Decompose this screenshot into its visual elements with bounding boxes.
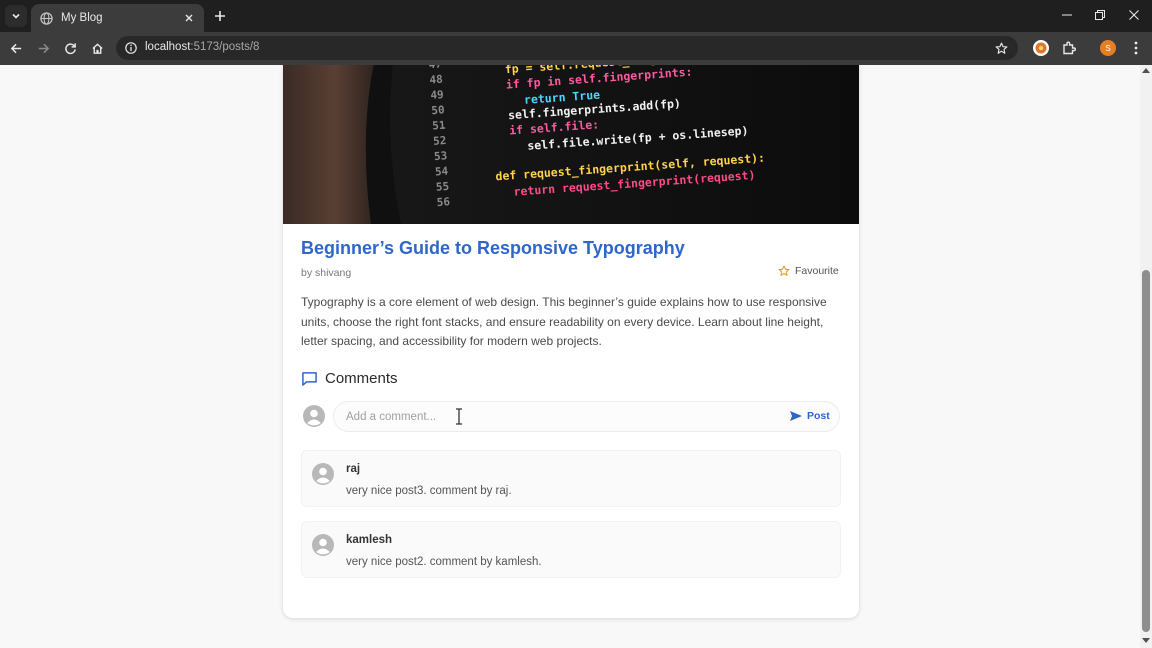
code-line-number: 50 bbox=[431, 103, 445, 117]
extension-brave-icon[interactable] bbox=[1031, 38, 1051, 58]
address-url[interactable]: localhost:5173/posts/8 bbox=[145, 41, 259, 53]
comments-title: Comments bbox=[325, 370, 398, 387]
chevron-down-icon bbox=[12, 13, 20, 19]
browser-tab-bar: My Blog bbox=[0, 0, 1152, 32]
code-line-number: 49 bbox=[430, 88, 444, 102]
reload-button[interactable] bbox=[60, 38, 80, 58]
commenter-avatar-icon bbox=[312, 463, 334, 485]
code-line-number: 56 bbox=[436, 195, 450, 209]
code-line-number: 51 bbox=[432, 119, 446, 133]
forward-button[interactable] bbox=[33, 38, 53, 58]
comment-input-box[interactable]: Post bbox=[333, 401, 840, 432]
comment-text: very nice post2. comment by kamlesh. bbox=[346, 556, 542, 568]
code-line-number: 48 bbox=[429, 73, 443, 87]
favourite-button[interactable]: Favourite bbox=[778, 265, 839, 277]
scroll-up-arrow[interactable] bbox=[1142, 68, 1150, 73]
site-info-icon[interactable] bbox=[124, 41, 138, 55]
scrollbar-thumb[interactable] bbox=[1142, 270, 1150, 632]
post-card: 4647484950515253545556 def request_seen(… bbox=[283, 65, 859, 618]
page-scrollbar[interactable] bbox=[1140, 65, 1152, 648]
favourite-label: Favourite bbox=[795, 265, 839, 277]
page-viewport: 4647484950515253545556 def request_seen(… bbox=[0, 65, 1140, 648]
comment-input[interactable] bbox=[346, 409, 726, 425]
code-line-number: 53 bbox=[434, 149, 448, 163]
minimize-button[interactable] bbox=[1050, 0, 1084, 30]
close-icon bbox=[1129, 10, 1139, 20]
kebab-menu-icon bbox=[1134, 41, 1138, 55]
text-cursor-icon bbox=[456, 408, 462, 425]
arrow-left-icon bbox=[10, 43, 21, 53]
post-button-label: Post bbox=[807, 410, 830, 422]
close-window-button[interactable] bbox=[1117, 0, 1151, 30]
home-button[interactable] bbox=[87, 38, 107, 58]
plus-icon bbox=[215, 11, 225, 21]
address-bar[interactable]: localhost:5173/posts/8 bbox=[116, 36, 1018, 60]
reload-icon bbox=[64, 42, 76, 54]
url-path: :5173/posts/8 bbox=[190, 41, 260, 53]
code-line-number: 55 bbox=[435, 180, 449, 194]
code-line-number: 52 bbox=[433, 134, 447, 148]
post-author: by shivang bbox=[301, 267, 352, 279]
comment-author: kamlesh bbox=[346, 534, 393, 546]
new-tab-button[interactable] bbox=[210, 6, 230, 26]
post-comment-button[interactable]: Post bbox=[789, 410, 830, 422]
post-cover-image: 4647484950515253545556 def request_seen(… bbox=[283, 65, 859, 224]
restore-button[interactable] bbox=[1083, 0, 1117, 30]
arrow-right-icon bbox=[38, 43, 49, 53]
post-title: Beginner’s Guide to Responsive Typograph… bbox=[301, 238, 685, 258]
star-icon bbox=[778, 265, 790, 276]
bookmark-star-icon[interactable] bbox=[994, 41, 1008, 55]
comment-item: kamlesh very nice post2. comment by kaml… bbox=[301, 521, 841, 578]
tab-title: My Blog bbox=[61, 12, 103, 24]
back-button[interactable] bbox=[6, 38, 26, 58]
browser-menu-button[interactable] bbox=[1126, 38, 1146, 58]
url-host: localhost bbox=[145, 41, 191, 53]
tab-search-button[interactable] bbox=[5, 5, 27, 27]
comment-item: raj very nice post3. comment by raj. bbox=[301, 450, 841, 507]
extensions-puzzle-icon[interactable] bbox=[1059, 38, 1079, 58]
profile-avatar[interactable]: S bbox=[1098, 38, 1118, 58]
minimize-icon bbox=[1062, 14, 1072, 16]
send-icon bbox=[790, 411, 802, 421]
tab-close-icon[interactable] bbox=[182, 11, 196, 25]
profile-initial: S bbox=[1105, 43, 1111, 53]
comments-header: Comments bbox=[301, 370, 398, 387]
commenter-avatar-icon bbox=[312, 534, 334, 556]
home-icon bbox=[91, 42, 103, 54]
code-line-number: 54 bbox=[435, 165, 449, 179]
comment-bubble-icon bbox=[302, 371, 317, 386]
user-avatar-icon bbox=[303, 405, 325, 427]
code-line-number: 47 bbox=[428, 65, 442, 71]
restore-icon bbox=[1095, 10, 1105, 20]
post-body: Typography is a core element of web desi… bbox=[301, 295, 827, 348]
comment-author: raj bbox=[346, 463, 361, 475]
globe-icon bbox=[39, 11, 53, 25]
scroll-down-arrow[interactable] bbox=[1142, 638, 1150, 643]
browser-tab[interactable]: My Blog bbox=[31, 4, 204, 32]
comment-text: very nice post3. comment by raj. bbox=[346, 485, 512, 497]
